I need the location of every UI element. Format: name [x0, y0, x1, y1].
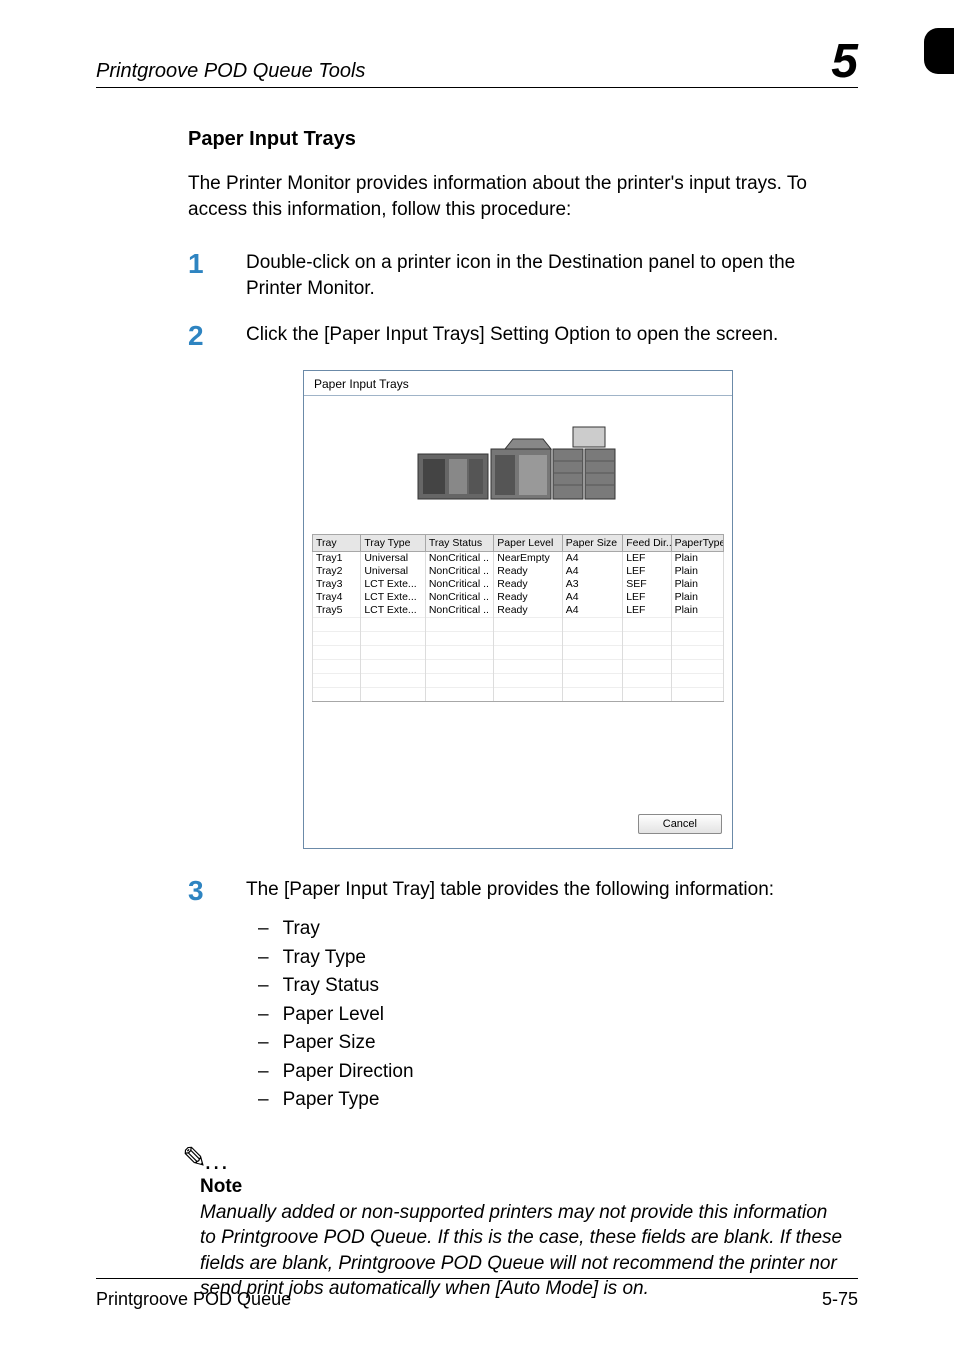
- table-row: [313, 632, 724, 646]
- col-paper-type[interactable]: PaperType: [671, 534, 723, 551]
- table-header-row: Tray Tray Type Tray Status Paper Level P…: [313, 534, 724, 551]
- step-number: 3: [188, 877, 218, 905]
- table-row: [313, 618, 724, 632]
- list-item: Tray Type: [258, 944, 848, 973]
- paper-input-trays-table: Tray Tray Type Tray Status Paper Level P…: [312, 534, 724, 703]
- table-row[interactable]: Tray4 LCT Exte... NonCritical .. Ready A…: [313, 591, 724, 604]
- chapter-tab: [924, 28, 954, 74]
- paper-input-trays-dialog: Paper Input Trays: [303, 370, 733, 850]
- list-item: Tray: [258, 915, 848, 944]
- table-row: [313, 688, 724, 702]
- chapter-number: 5: [831, 40, 858, 83]
- section-intro: The Printer Monitor provides information…: [188, 171, 848, 222]
- table-row: [313, 646, 724, 660]
- step-number: 1: [188, 250, 218, 278]
- table-row[interactable]: Tray2 Universal NonCritical .. Ready A4 …: [313, 565, 724, 578]
- footer-product: Printgroove POD Queue: [96, 1289, 291, 1310]
- step-text: Double-click on a printer icon in the De…: [246, 250, 848, 301]
- step-3: 3 The [Paper Input Tray] table provides …: [188, 877, 848, 1114]
- col-tray[interactable]: Tray: [313, 534, 361, 551]
- col-feed-dir[interactable]: Feed Dir...: [623, 534, 671, 551]
- col-tray-type[interactable]: Tray Type: [361, 534, 425, 551]
- list-item: Paper Direction: [258, 1058, 848, 1087]
- list-item: Paper Size: [258, 1029, 848, 1058]
- section-title: Paper Input Trays: [188, 128, 848, 151]
- col-tray-status[interactable]: Tray Status: [425, 534, 493, 551]
- page-header: Printgroove POD Queue Tools 5: [96, 40, 858, 88]
- footer-page-number: 5-75: [822, 1289, 858, 1310]
- table-row[interactable]: Tray3 LCT Exte... NonCritical .. Ready A…: [313, 578, 724, 591]
- list-item: Paper Type: [258, 1086, 848, 1115]
- table-row: [313, 660, 724, 674]
- list-item: Paper Level: [258, 1001, 848, 1030]
- printer-icon: [413, 419, 623, 509]
- note-label: Note: [200, 1176, 848, 1198]
- step-1: 1 Double-click on a printer icon in the …: [188, 250, 848, 301]
- step-number: 2: [188, 322, 218, 350]
- table-row[interactable]: Tray1 Universal NonCritical .. NearEmpty…: [313, 551, 724, 565]
- step-text: The [Paper Input Tray] table provides th…: [246, 877, 848, 1114]
- info-fields-list: Tray Tray Type Tray Status Paper Level P…: [258, 915, 848, 1115]
- col-paper-size[interactable]: Paper Size: [562, 534, 622, 551]
- table-row[interactable]: Tray5 LCT Exte... NonCritical .. Ready A…: [313, 604, 724, 618]
- cancel-button[interactable]: Cancel: [638, 814, 722, 834]
- note-dots-icon: …: [203, 1145, 231, 1176]
- header-tool-title: Printgroove POD Queue Tools: [96, 60, 365, 83]
- col-paper-level[interactable]: Paper Level: [494, 534, 562, 551]
- table-row: [313, 674, 724, 688]
- step-text: Click the [Paper Input Trays] Setting Op…: [246, 322, 848, 348]
- list-item: Tray Status: [258, 972, 848, 1001]
- dialog-title: Paper Input Trays: [304, 371, 732, 395]
- page-footer: Printgroove POD Queue 5-75: [96, 1278, 858, 1310]
- step-2: 2 Click the [Paper Input Trays] Setting …: [188, 322, 848, 350]
- printer-illustration: [312, 404, 724, 524]
